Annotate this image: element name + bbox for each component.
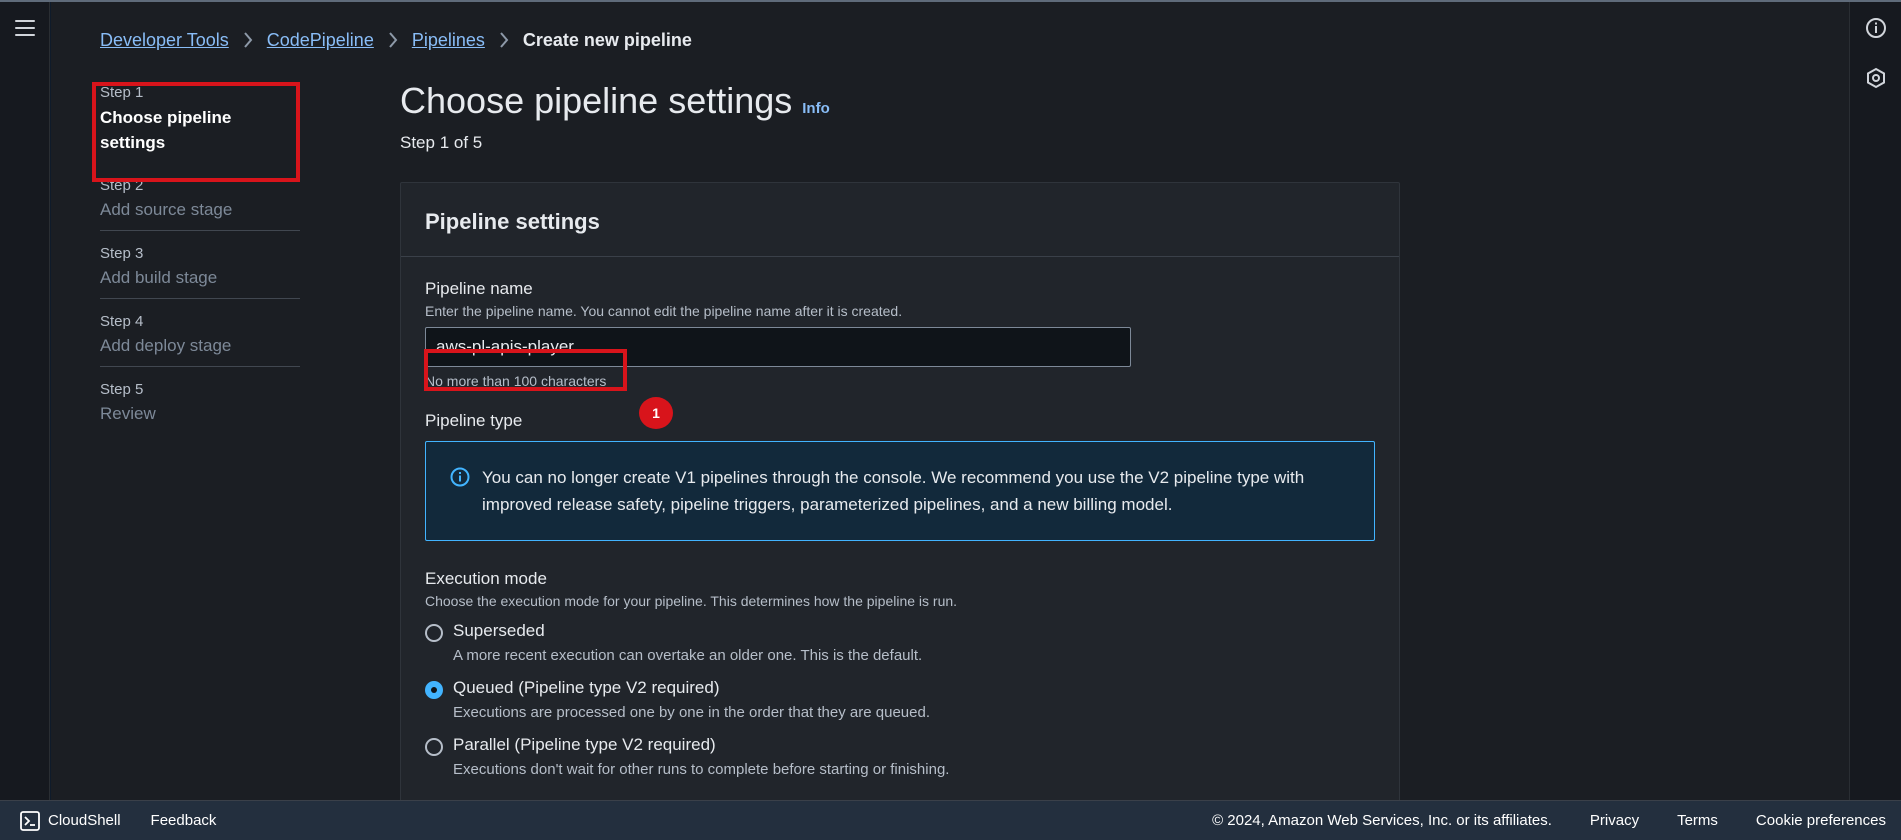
radio-option-parallel[interactable]: Parallel (Pipeline type V2 required) Exe… <box>425 735 1375 778</box>
pipeline-type-field: Pipeline type You can no longer create V… <box>425 411 1375 541</box>
cloudshell-label: CloudShell <box>48 812 121 829</box>
radio-option-queued[interactable]: Queued (Pipeline type V2 required) Execu… <box>425 678 1375 721</box>
step-counter: Step 1 of 5 <box>400 133 483 152</box>
pipeline-name-label: Pipeline name <box>425 279 533 298</box>
step-label: Step 3 <box>100 245 144 262</box>
step-3: Step 3 Add build stage <box>100 245 300 299</box>
pipeline-name-input[interactable] <box>425 327 1131 367</box>
radio-description: A more recent execution can overtake an … <box>453 647 923 664</box>
cloudshell-button[interactable]: CloudShell <box>20 810 121 831</box>
wizard-steps: Step 1 Choose pipeline settings Step 2 A… <box>100 84 300 448</box>
info-link[interactable]: Info <box>802 100 830 117</box>
step-5: Step 5 Review <box>100 381 300 434</box>
settings-hexagon-icon[interactable] <box>1864 66 1888 90</box>
step-4: Step 4 Add deploy stage <box>100 313 300 367</box>
pipeline-type-info-alert: You can no longer create V1 pipelines th… <box>425 441 1375 541</box>
step-title-active: Choose pipeline settings <box>100 108 232 152</box>
pipeline-type-label: Pipeline type <box>425 411 523 430</box>
step-label: Step 4 <box>100 313 144 330</box>
pipeline-name-field: Pipeline name Enter the pipeline name. Y… <box>425 279 1375 389</box>
privacy-link[interactable]: Privacy <box>1590 812 1639 829</box>
radio-button[interactable] <box>425 624 443 642</box>
step-label: Step 1 <box>100 84 144 101</box>
pipeline-name-constraint: No more than 100 characters <box>425 373 607 389</box>
breadcrumb-codepipeline[interactable]: CodePipeline <box>267 30 374 51</box>
step-title: Review <box>100 404 156 423</box>
hamburger-menu-icon[interactable] <box>15 20 35 36</box>
breadcrumb: Developer Tools CodePipeline Pipelines C… <box>100 28 692 52</box>
radio-description: Executions don't wait for other runs to … <box>453 761 950 778</box>
chevron-right-icon <box>388 32 398 48</box>
execution-mode-field: Execution mode Choose the execution mode… <box>425 569 1375 778</box>
feedback-link[interactable]: Feedback <box>151 812 217 829</box>
pipeline-name-description: Enter the pipeline name. You cannot edit… <box>425 303 903 319</box>
radio-label: Parallel (Pipeline type V2 required) <box>453 735 716 754</box>
radio-description: Executions are processed one by one in t… <box>453 704 930 721</box>
step-title: Add build stage <box>100 268 218 287</box>
step-label: Step 5 <box>100 381 144 398</box>
radio-label: Queued (Pipeline type V2 required) <box>453 678 720 697</box>
execution-mode-description: Choose the execution mode for your pipel… <box>425 593 958 609</box>
info-circle-icon <box>450 467 470 487</box>
copyright-text: © 2024, Amazon Web Services, Inc. or its… <box>1212 812 1552 829</box>
right-utility-rail <box>1849 2 1901 800</box>
step-title: Add source stage <box>100 200 233 219</box>
chevron-right-icon <box>499 32 509 48</box>
page-title: Choose pipeline settings Info <box>400 80 830 122</box>
step-2: Step 2 Add source stage <box>100 177 300 231</box>
alert-text: You can no longer create V1 pipelines th… <box>482 468 1305 514</box>
terminal-icon <box>20 810 40 831</box>
execution-mode-label: Execution mode <box>425 569 547 588</box>
annotation-badge: 1 <box>639 397 673 429</box>
radio-option-superseded[interactable]: Superseded A more recent execution can o… <box>425 621 1375 664</box>
cookie-preferences-link[interactable]: Cookie preferences <box>1756 812 1886 829</box>
radio-label: Superseded <box>453 621 545 640</box>
step-1: Step 1 Choose pipeline settings <box>100 84 300 155</box>
pipeline-settings-panel: Pipeline settings Pipeline name Enter th… <box>400 182 1400 802</box>
chevron-right-icon <box>243 32 253 48</box>
left-navigation-rail <box>0 2 50 800</box>
breadcrumb-pipelines[interactable]: Pipelines <box>412 30 485 51</box>
terms-link[interactable]: Terms <box>1677 812 1718 829</box>
breadcrumb-developer-tools[interactable]: Developer Tools <box>100 30 229 51</box>
radio-button-selected[interactable] <box>425 681 443 699</box>
info-icon[interactable] <box>1864 16 1888 40</box>
radio-button[interactable] <box>425 738 443 756</box>
breadcrumb-current: Create new pipeline <box>522 29 692 50</box>
step-title: Add deploy stage <box>100 336 232 355</box>
step-label: Step 2 <box>100 177 144 194</box>
page-title-text: Choose pipeline settings <box>400 80 793 121</box>
console-footer: CloudShell Feedback © 2024, Amazon Web S… <box>0 800 1901 840</box>
panel-body: Pipeline name Enter the pipeline name. Y… <box>401 279 1399 778</box>
panel-title: Pipeline settings <box>401 183 1399 257</box>
